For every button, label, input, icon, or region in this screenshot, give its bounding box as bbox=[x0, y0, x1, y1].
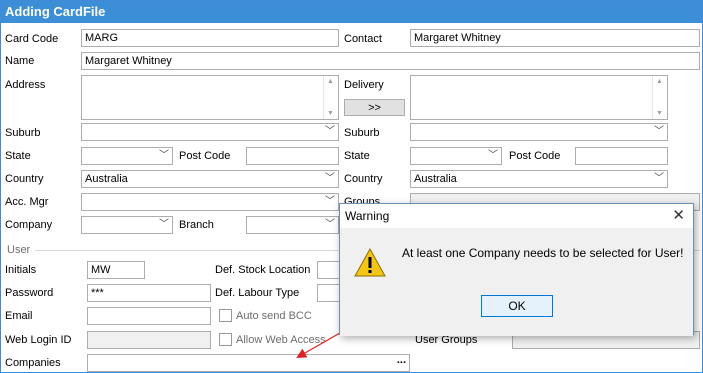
ok-button[interactable]: OK bbox=[481, 295, 553, 317]
close-icon[interactable]: ✕ bbox=[672, 206, 685, 226]
dialog-message: At least one Company needs to be selecte… bbox=[402, 246, 684, 260]
dialog-body: At least one Company needs to be selecte… bbox=[340, 228, 693, 336]
cardfile-window: Adding CardFile Card Code MARG Contact M… bbox=[0, 0, 703, 373]
dialog-title: Warning bbox=[340, 204, 693, 228]
warning-icon bbox=[354, 248, 386, 277]
warning-dialog: Warning ✕ At least one Company needs to … bbox=[339, 203, 694, 336]
